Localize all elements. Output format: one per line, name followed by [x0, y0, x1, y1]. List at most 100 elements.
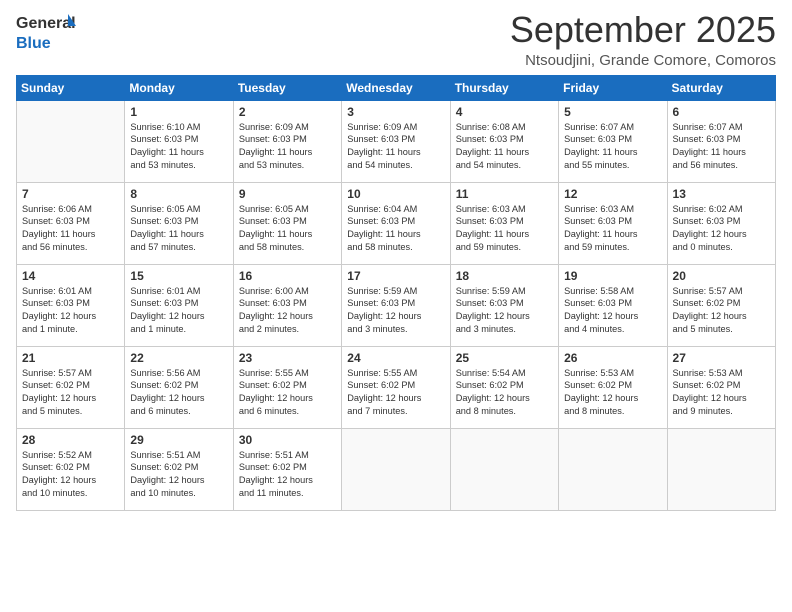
calendar-cell: 9 Sunrise: 6:05 AMSunset: 6:03 PMDaylight… [233, 182, 341, 264]
calendar-week-row: 1 Sunrise: 6:10 AMSunset: 6:03 PMDaylight… [17, 100, 776, 182]
day-number: 11 [456, 187, 553, 201]
svg-text:General: General [16, 15, 76, 32]
day-number: 9 [239, 187, 336, 201]
title-block: September 2025 Ntsoudjini, Grande Comore… [510, 10, 776, 69]
page: GeneralBlue September 2025 Ntsoudjini, G… [0, 0, 792, 612]
cell-info: Sunrise: 6:01 AMSunset: 6:03 PMDaylight:… [130, 285, 227, 337]
cell-info: Sunrise: 6:08 AMSunset: 6:03 PMDaylight:… [456, 121, 553, 173]
cell-info: Sunrise: 5:52 AMSunset: 6:02 PMDaylight:… [22, 449, 119, 501]
day-number: 20 [673, 269, 770, 283]
day-number: 30 [239, 433, 336, 447]
cell-info: Sunrise: 5:59 AMSunset: 6:03 PMDaylight:… [347, 285, 444, 337]
cell-info: Sunrise: 6:09 AMSunset: 6:03 PMDaylight:… [347, 121, 444, 173]
day-number: 21 [22, 351, 119, 365]
calendar-cell: 30 Sunrise: 5:51 AMSunset: 6:02 PMDayligh… [233, 428, 341, 510]
calendar-cell: 7 Sunrise: 6:06 AMSunset: 6:03 PMDaylight… [17, 182, 125, 264]
calendar-table: SundayMondayTuesdayWednesdayThursdayFrid… [16, 75, 776, 511]
calendar-cell: 2Sunrise: 6:09 AMSunset: 6:03 PMDaylight… [233, 100, 341, 182]
logo-svg: GeneralBlue [16, 10, 76, 54]
calendar-cell: 27 Sunrise: 5:53 AMSunset: 6:02 PMDayligh… [667, 346, 775, 428]
calendar-cell: 19 Sunrise: 5:58 AMSunset: 6:03 PMDayligh… [559, 264, 667, 346]
day-number: 4 [456, 105, 553, 119]
calendar-cell: 21Sunrise: 5:57 AMSunset: 6:02 PMDayligh… [17, 346, 125, 428]
cell-info: Sunrise: 5:57 AMSunset: 6:02 PMDaylight:… [673, 285, 770, 337]
cell-info: Sunrise: 6:04 AMSunset: 6:03 PMDaylight:… [347, 203, 444, 255]
day-number: 13 [673, 187, 770, 201]
calendar-cell: 10 Sunrise: 6:04 AMSunset: 6:03 PMDayligh… [342, 182, 450, 264]
day-number: 15 [130, 269, 227, 283]
day-number: 26 [564, 351, 661, 365]
logo: GeneralBlue [16, 10, 76, 54]
cell-info: Sunrise: 6:10 AMSunset: 6:03 PMDaylight:… [130, 121, 227, 173]
day-number: 24 [347, 351, 444, 365]
calendar-week-row: 14 Sunrise: 6:01 AMSunset: 6:03 PMDayligh… [17, 264, 776, 346]
calendar-header-row: SundayMondayTuesdayWednesdayThursdayFrid… [17, 75, 776, 100]
day-number: 17 [347, 269, 444, 283]
calendar-cell: 13 Sunrise: 6:02 AMSunset: 6:03 PMDayligh… [667, 182, 775, 264]
cell-info: Sunrise: 5:58 AMSunset: 6:03 PMDaylight:… [564, 285, 661, 337]
day-number: 14 [22, 269, 119, 283]
calendar-cell: 6 Sunrise: 6:07 AMSunset: 6:03 PMDaylight… [667, 100, 775, 182]
day-number: 19 [564, 269, 661, 283]
cell-info: Sunrise: 6:05 AMSunset: 6:03 PMDaylight:… [130, 203, 227, 255]
calendar-cell: 25 Sunrise: 5:54 AMSunset: 6:02 PMDayligh… [450, 346, 558, 428]
calendar-cell [450, 428, 558, 510]
day-number: 28 [22, 433, 119, 447]
day-number: 1 [130, 105, 227, 119]
calendar-cell: 23 Sunrise: 5:55 AMSunset: 6:02 PMDayligh… [233, 346, 341, 428]
cell-info: Sunrise: 6:05 AMSunset: 6:03 PMDaylight:… [239, 203, 336, 255]
cell-info: Sunrise: 5:55 AMSunset: 6:02 PMDaylight:… [347, 367, 444, 419]
day-number: 10 [347, 187, 444, 201]
cell-info: Sunrise: 5:51 AMSunset: 6:02 PMDaylight:… [130, 449, 227, 501]
calendar-cell: 5 Sunrise: 6:07 AMSunset: 6:03 PMDaylight… [559, 100, 667, 182]
calendar-cell [17, 100, 125, 182]
day-number: 7 [22, 187, 119, 201]
cell-info: Sunrise: 5:51 AMSunset: 6:02 PMDaylight:… [239, 449, 336, 501]
calendar-week-row: 21Sunrise: 5:57 AMSunset: 6:02 PMDayligh… [17, 346, 776, 428]
cell-info: Sunrise: 5:53 AMSunset: 6:02 PMDaylight:… [673, 367, 770, 419]
cell-info: Sunrise: 6:07 AMSunset: 6:03 PMDaylight:… [564, 121, 661, 173]
calendar-cell: 18 Sunrise: 5:59 AMSunset: 6:03 PMDayligh… [450, 264, 558, 346]
cell-info: Sunrise: 6:00 AMSunset: 6:03 PMDaylight:… [239, 285, 336, 337]
calendar-cell: 29 Sunrise: 5:51 AMSunset: 6:02 PMDayligh… [125, 428, 233, 510]
cell-info: Sunrise: 5:56 AMSunset: 6:02 PMDaylight:… [130, 367, 227, 419]
day-number: 12 [564, 187, 661, 201]
month-title: September 2025 [510, 10, 776, 50]
calendar-cell [559, 428, 667, 510]
day-number: 6 [673, 105, 770, 119]
calendar-day-header: Sunday [17, 75, 125, 100]
calendar-day-header: Thursday [450, 75, 558, 100]
cell-info: Sunrise: 5:59 AMSunset: 6:03 PMDaylight:… [456, 285, 553, 337]
day-number: 16 [239, 269, 336, 283]
cell-info: Sunrise: 5:55 AMSunset: 6:02 PMDaylight:… [239, 367, 336, 419]
calendar-cell: 22 Sunrise: 5:56 AMSunset: 6:02 PMDayligh… [125, 346, 233, 428]
day-number: 27 [673, 351, 770, 365]
calendar-week-row: 7 Sunrise: 6:06 AMSunset: 6:03 PMDaylight… [17, 182, 776, 264]
calendar-cell: 24 Sunrise: 5:55 AMSunset: 6:02 PMDayligh… [342, 346, 450, 428]
day-number: 29 [130, 433, 227, 447]
day-number: 22 [130, 351, 227, 365]
cell-info: Sunrise: 6:07 AMSunset: 6:03 PMDaylight:… [673, 121, 770, 173]
calendar-cell: 12Sunrise: 6:03 AMSunset: 6:03 PMDayligh… [559, 182, 667, 264]
calendar-cell: 20 Sunrise: 5:57 AMSunset: 6:02 PMDayligh… [667, 264, 775, 346]
day-number: 5 [564, 105, 661, 119]
calendar-day-header: Tuesday [233, 75, 341, 100]
header: GeneralBlue September 2025 Ntsoudjini, G… [16, 10, 776, 69]
day-number: 25 [456, 351, 553, 365]
cell-info: Sunrise: 6:03 AMSunset: 6:03 PMDaylight:… [456, 203, 553, 255]
calendar-cell: 4 Sunrise: 6:08 AMSunset: 6:03 PMDaylight… [450, 100, 558, 182]
location-title: Ntsoudjini, Grande Comore, Comoros [510, 52, 776, 69]
calendar-week-row: 28 Sunrise: 5:52 AMSunset: 6:02 PMDayligh… [17, 428, 776, 510]
calendar-cell: 14 Sunrise: 6:01 AMSunset: 6:03 PMDayligh… [17, 264, 125, 346]
calendar-day-header: Wednesday [342, 75, 450, 100]
cell-info: Sunrise: 6:06 AMSunset: 6:03 PMDaylight:… [22, 203, 119, 255]
cell-info: Sunrise: 5:54 AMSunset: 6:02 PMDaylight:… [456, 367, 553, 419]
day-number: 23 [239, 351, 336, 365]
day-number: 18 [456, 269, 553, 283]
calendar-cell: 1 Sunrise: 6:10 AMSunset: 6:03 PMDaylight… [125, 100, 233, 182]
calendar-cell: 17 Sunrise: 5:59 AMSunset: 6:03 PMDayligh… [342, 264, 450, 346]
cell-info: Sunrise: 6:01 AMSunset: 6:03 PMDaylight:… [22, 285, 119, 337]
cell-info: Sunrise: 5:53 AMSunset: 6:02 PMDaylight:… [564, 367, 661, 419]
cell-info: Sunrise: 6:09 AMSunset: 6:03 PMDaylight:… [239, 121, 336, 173]
cell-info: Sunrise: 6:02 AMSunset: 6:03 PMDaylight:… [673, 203, 770, 255]
